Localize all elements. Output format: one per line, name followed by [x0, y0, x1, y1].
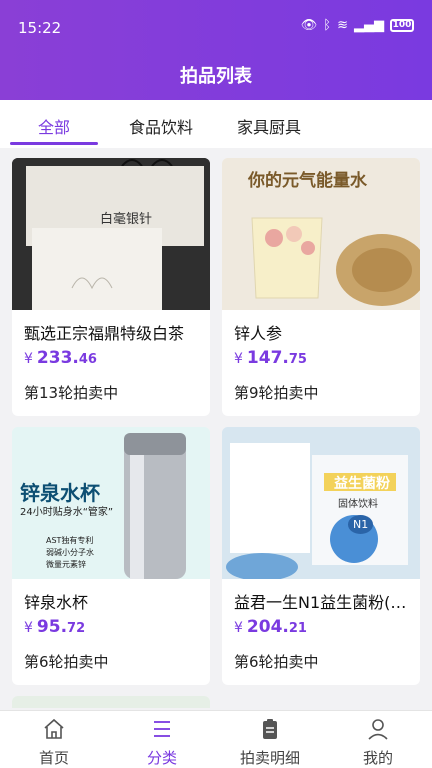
bottom-nav: 首页 分类 拍卖明细 我的 — [0, 710, 432, 768]
status-time: 15:22 — [18, 19, 62, 37]
product-card[interactable]: 白毫银针 甄选正宗福鼎特级白茶 ¥233.46 第13轮拍卖中 — [12, 158, 210, 416]
status-icons: 👁 ᛒ ≋ ▂▄▆ 100 — [301, 18, 414, 33]
box-label: 益生菌粉 — [334, 476, 390, 492]
product-name: 锌泉水杯 — [24, 593, 89, 612]
product-name: 甄选正宗福鼎特级白茶 — [24, 324, 185, 343]
tea-box-label: 白毫银针 — [100, 212, 153, 227]
product-card[interactable]: 锌泉水杯 24小时贴身水“管家” AST独有专利 弱碱小分子水 微量元素锌 锌泉… — [12, 427, 210, 685]
eye-icon: 👁 — [300, 18, 318, 33]
page-title: 拍品列表 — [180, 66, 252, 87]
tab-furniture-kitchen[interactable]: 家具厨具 — [237, 114, 301, 138]
nav-category[interactable]: 分类 — [108, 711, 216, 768]
app-header: 15:22 👁 ᛒ ≋ ▂▄▆ 100 拍品列表 — [0, 0, 432, 100]
cup-subtitle: 24小时贴身水“管家” — [20, 507, 114, 518]
product-image: 锌泉水杯 24小时贴身水“管家” AST独有专利 弱碱小分子水 微量元素锌 — [12, 427, 210, 579]
product-image: 白毫银针 — [12, 158, 210, 310]
auction-round: 第9轮拍卖中 — [234, 384, 319, 402]
nav-label: 拍卖明细 — [239, 749, 300, 767]
box-badge: N1 — [348, 515, 374, 534]
product-card-partial[interactable] — [12, 696, 210, 708]
category-tabs: 全部 食品饮料 家具厨具 — [0, 100, 432, 148]
product-price: ¥233.46 — [24, 348, 97, 368]
status-bar: 15:22 👁 ᛒ ≋ ▂▄▆ 100 — [0, 0, 432, 52]
probiotic-box-image — [222, 427, 420, 579]
box-sublabel: 固体饮料 — [338, 499, 378, 510]
tab-all[interactable]: 全部 — [38, 114, 70, 138]
cup-title: 锌泉水杯 — [20, 481, 100, 505]
signal-icon: ▂▄▆ — [354, 18, 384, 33]
product-price: ¥95.72 — [24, 617, 86, 637]
cup-point: AST独有专利 — [46, 536, 94, 545]
nav-profile[interactable]: 我的 — [324, 711, 432, 768]
product-image: 你的元气能量水 — [222, 158, 420, 310]
cup-point: 微量元素锌 — [46, 560, 86, 569]
active-tab-indicator — [10, 142, 98, 145]
nav-label: 首页 — [38, 749, 69, 767]
nav-auction-details[interactable]: 拍卖明细 — [216, 711, 324, 768]
product-price: ¥147.75 — [234, 348, 307, 368]
battery-icon: 100 — [390, 19, 414, 32]
nav-label: 分类 — [146, 749, 177, 767]
product-image: 益生菌粉 固体饮料 N1 — [222, 427, 420, 579]
bluetooth-icon: ᛒ — [323, 18, 332, 33]
list-icon — [154, 721, 170, 737]
home-icon — [44, 718, 64, 739]
tab-food-drink[interactable]: 食品饮料 — [129, 114, 193, 138]
product-price: ¥204.21 — [234, 617, 307, 637]
auction-round: 第6轮拍卖中 — [234, 653, 319, 671]
drink-slogan: 你的元气能量水 — [248, 171, 367, 191]
auction-round: 第6轮拍卖中 — [24, 653, 109, 671]
clipboard-icon — [263, 719, 277, 739]
nav-home[interactable]: 首页 — [0, 711, 108, 768]
tea-box-image — [12, 158, 210, 310]
user-icon — [368, 719, 388, 740]
auction-round: 第13轮拍卖中 — [24, 384, 119, 402]
product-name: 益君一生N1益生菌粉(固体饮料) — [234, 593, 410, 612]
product-card[interactable]: 你的元气能量水 锌人参 ¥147.75 第9轮拍卖中 — [222, 158, 420, 416]
cup-point: 弱碱小分子水 — [46, 548, 94, 557]
product-grid: 白毫银针 甄选正宗福鼎特级白茶 ¥233.46 第13轮拍卖中 你的元气能量水 … — [0, 148, 432, 708]
product-name: 锌人参 — [234, 324, 283, 343]
product-card[interactable]: 益生菌粉 固体饮料 N1 益君一生N1益生菌粉(固体饮料) ¥204.21 第6… — [222, 427, 420, 685]
wifi-icon: ≋ — [337, 18, 348, 33]
nav-label: 我的 — [362, 749, 393, 767]
